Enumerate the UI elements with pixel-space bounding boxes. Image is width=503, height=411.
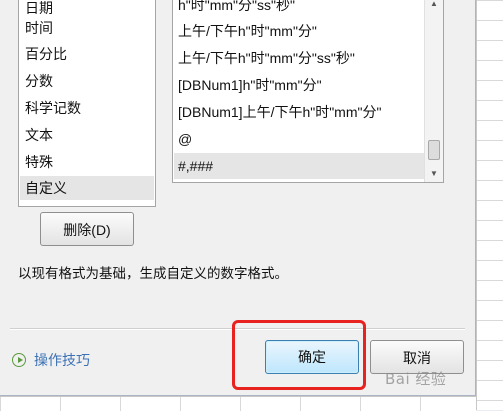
delete-button[interactable]: 删除(D) xyxy=(40,212,134,246)
category-list[interactable]: 日期 时间 百分比 分数 科学记数 文本 特殊 自定义 xyxy=(18,0,156,207)
spreadsheet-grid-bottom xyxy=(0,396,476,411)
tips-link[interactable]: 操作技巧 xyxy=(12,350,90,370)
scroll-down-arrow-icon[interactable]: ▼ xyxy=(425,166,443,182)
category-item-percentage[interactable]: 百分比 xyxy=(20,42,154,66)
category-item-custom[interactable]: 自定义 xyxy=(20,176,154,200)
type-item-selected[interactable]: #,### xyxy=(174,153,424,179)
type-item[interactable]: 上午/下午h"时"mm"分" xyxy=(174,18,424,44)
category-item-scientific[interactable]: 科学记数 xyxy=(20,96,154,120)
type-item[interactable]: 上午/下午h"时"mm"分"ss"秒" xyxy=(174,45,424,71)
type-item[interactable]: h"时"mm"分"ss"秒" xyxy=(174,0,424,18)
play-circle-icon xyxy=(12,353,26,367)
type-list-scrollbar[interactable]: ▲ ▼ xyxy=(424,0,443,182)
format-description: 以现有格式为基础，生成自定义的数字格式。 xyxy=(18,266,288,281)
watermark: Bai 经验 xyxy=(385,370,447,388)
scrollbar-thumb[interactable] xyxy=(428,140,440,160)
type-item[interactable]: @ xyxy=(174,126,424,152)
type-item[interactable]: [DBNum1]h"时"mm"分" xyxy=(174,72,424,98)
tips-label: 操作技巧 xyxy=(34,352,90,368)
ok-button-highlight xyxy=(232,320,366,390)
category-item-fraction[interactable]: 分数 xyxy=(20,69,154,93)
category-item-special[interactable]: 特殊 xyxy=(20,150,154,174)
category-item-time[interactable]: 时间 xyxy=(20,16,154,40)
type-item[interactable]: [DBNum1]上午/下午h"时"mm"分" xyxy=(174,99,424,125)
format-type-list[interactable]: h"时"mm"分"ss"秒" 上午/下午h"时"mm"分" 上午/下午h"时"m… xyxy=(172,0,444,183)
category-item-text[interactable]: 文本 xyxy=(20,123,154,147)
scroll-up-arrow-icon[interactable]: ▲ xyxy=(425,0,443,12)
spreadsheet-grid-right xyxy=(476,0,503,410)
